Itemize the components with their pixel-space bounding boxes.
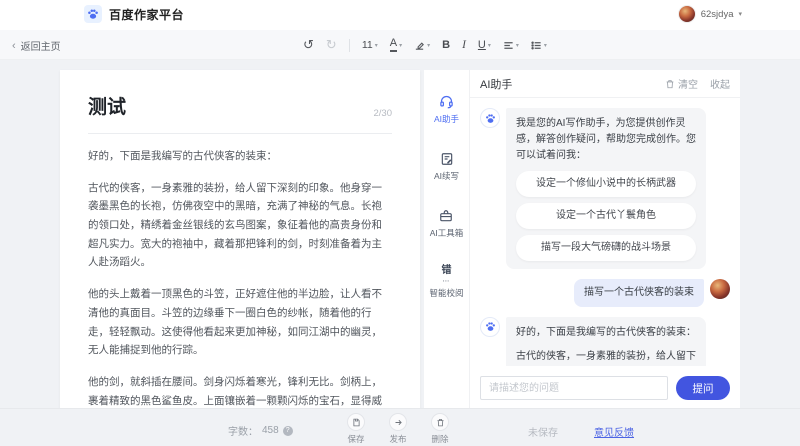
baidu-paw-icon [84, 5, 102, 23]
suggestion-list: 设定一个修仙小说中的长柄武器 设定一个古代丫鬟角色 描写一段大气磅礴的战斗场景 [516, 171, 696, 260]
brand: 百度作家平台 [84, 5, 184, 23]
clear-chat-button[interactable]: 清空 [665, 76, 698, 91]
headset-icon [439, 94, 454, 109]
title-divider [88, 133, 392, 134]
chevron-down-icon: ▾ [544, 42, 547, 49]
highlighter-icon [414, 40, 425, 51]
italic-button[interactable]: I [462, 39, 466, 51]
editor-toolbar: ‹ 返回主页 ↺ ↻ 11▾ A▾ ▾ B I U▾ ▾ ▾ [0, 30, 800, 60]
list-icon [531, 40, 542, 51]
ai-message-bubble: 好的，下面是我编写的古代侠客的装束： 古代的侠客，一身素雅的装扮，给人留下深刻的… [506, 317, 706, 366]
welcome-text: 我是您的AI写作助手，为您提供创作灵感，解答创作疑问，帮助您完成创作。您可以试着… [516, 118, 696, 161]
assistant-title: AI助手 [480, 76, 512, 92]
user-message: 描写一个古代侠客的装束 [480, 279, 730, 307]
list-button[interactable]: ▾ [531, 40, 547, 51]
chat-history: 我是您的AI写作助手，为您提供创作灵感，解答创作疑问，帮助您完成创作。您可以试着… [470, 98, 740, 366]
sidebar-item-ai-continue[interactable]: AI续写 [434, 152, 459, 182]
suggestion-pill[interactable]: 设定一个古代丫鬟角色 [516, 203, 696, 229]
bot-paw-icon [480, 108, 500, 128]
chevron-down-icon: ▾ [427, 42, 430, 49]
suggestion-pill[interactable]: 描写一段大气磅礴的战斗场景 [516, 235, 696, 261]
collapse-panel-button[interactable]: 收起 [710, 76, 730, 91]
assistant-header: AI助手 清空 收起 [470, 70, 740, 98]
toolbar-divider [349, 39, 350, 52]
reply-body: 古代的侠客，一身素雅的装扮，给人留下深刻的印象。他身穿一袭墨黑色的长袍，仿佛夜空… [516, 349, 696, 366]
main-area: 测试 2/30 好的，下面是我编写的古代侠客的装束： 古代的侠客，一身素雅的装扮… [0, 60, 800, 408]
top-bar: 百度作家平台 62sjdya ▾ [0, 0, 800, 30]
underline-button[interactable]: U▾ [478, 39, 491, 51]
bot-paw-icon [480, 317, 500, 337]
save-button[interactable]: 保存 [347, 413, 365, 445]
redo-button: ↻ [326, 37, 337, 53]
feedback-link[interactable]: 意见反馈 [594, 424, 634, 439]
font-color-button[interactable]: A▾ [390, 38, 402, 52]
align-button[interactable]: ▾ [503, 40, 519, 51]
chevron-down-icon: ▾ [375, 42, 378, 49]
sidebar-item-proofread[interactable]: 错 ⋯ 智能校阅 [429, 266, 463, 299]
back-home-link[interactable]: ‹ 返回主页 [12, 38, 61, 53]
user-menu[interactable]: 62sjdya ▾ [678, 5, 742, 23]
title-char-counter: 2/30 [374, 108, 393, 119]
sidebar-item-label: AI续写 [434, 170, 459, 182]
chevron-down-icon: ▾ [738, 10, 742, 18]
sidebar-item-ai-assistant[interactable]: AI助手 [434, 94, 459, 125]
chevron-left-icon: ‹ [12, 40, 16, 52]
info-icon[interactable]: ? [283, 426, 293, 436]
trash-icon [431, 413, 449, 431]
ai-tools-sidebar: AI助手 AI续写 AI工具箱 错 ⋯ 智能校阅 [424, 70, 470, 408]
user-avatar [678, 5, 696, 23]
doc-paragraph: 他的剑，就斜插在腰间。剑身闪烁着寒光，锋利无比。剑柄上，裹着精致的黑色鲨鱼皮。上… [88, 373, 392, 408]
word-count-value: 458 [262, 425, 279, 436]
formatting-group: ↺ ↻ 11▾ A▾ ▾ B I U▾ ▾ ▾ [303, 30, 547, 60]
chevron-down-icon: ▾ [516, 42, 519, 49]
chevron-down-icon: ▾ [399, 42, 402, 49]
ai-message: 我是您的AI写作助手，为您提供创作灵感，解答创作疑问，帮助您完成创作。您可以试着… [480, 108, 730, 269]
suggestion-pill[interactable]: 设定一个修仙小说中的长柄武器 [516, 171, 696, 197]
document-title-input[interactable]: 测试 [88, 92, 126, 119]
undo-button[interactable]: ↺ [303, 37, 314, 53]
reply-intro: 好的，下面是我编写的古代侠客的装束： [516, 325, 696, 341]
ask-button[interactable]: 提问 [676, 376, 730, 400]
align-icon [503, 40, 514, 51]
save-document-icon [347, 413, 365, 431]
sidebar-item-label: 智能校阅 [429, 287, 463, 299]
save-status: 未保存 [528, 424, 558, 439]
sidebar-item-label: AI工具箱 [430, 227, 464, 239]
proofread-icon: 错 [441, 266, 451, 276]
doc-paragraph: 古代的侠客，一身素雅的装扮，给人留下深刻的印象。他身穿一袭墨黑色的长袍，仿佛夜空… [88, 179, 392, 272]
ai-message: 好的，下面是我编写的古代侠客的装束： 古代的侠客，一身素雅的装扮，给人留下深刻的… [480, 317, 730, 366]
sidebar-item-label: AI助手 [434, 113, 459, 125]
user-avatar [710, 279, 730, 299]
chevron-down-icon: ▾ [488, 42, 491, 49]
doc-paragraph: 他的头上戴着一顶黑色的斗笠，正好遮住他的半边脸，让人看不清他的真面目。斗笠的边缘… [88, 285, 392, 360]
ai-assistant-panel: AI助手 清空 收起 [470, 70, 740, 408]
doc-paragraph: 好的，下面是我编写的古代侠客的装束： [88, 147, 392, 166]
question-input[interactable] [480, 376, 668, 400]
highlight-color-button[interactable]: ▾ [414, 40, 430, 51]
sidebar-item-ai-toolbox[interactable]: AI工具箱 [430, 209, 464, 239]
toolbox-icon [439, 209, 453, 223]
document-editor[interactable]: 测试 2/30 好的，下面是我编写的古代侠客的装束： 古代的侠客，一身素雅的装扮… [60, 70, 420, 408]
trash-icon [665, 79, 675, 89]
bold-button[interactable]: B [442, 39, 450, 51]
publish-arrow-icon [389, 413, 407, 431]
word-count: 字数：458 ? [228, 423, 293, 438]
brand-name: 百度作家平台 [109, 6, 184, 23]
user-message-bubble: 描写一个古代侠客的装束 [574, 279, 704, 307]
footer-bar: 字数：458 ? 保存 发布 删除 [0, 408, 800, 446]
document-body[interactable]: 好的，下面是我编写的古代侠客的装束： 古代的侠客，一身素雅的装扮，给人留下深刻的… [88, 147, 392, 408]
username: 62sjdya [701, 9, 734, 20]
publish-button[interactable]: 发布 [389, 413, 407, 445]
delete-button[interactable]: 删除 [431, 413, 449, 445]
font-size-select[interactable]: 11▾ [362, 39, 378, 51]
ai-message-bubble: 我是您的AI写作助手，为您提供创作灵感，解答创作疑问，帮助您完成创作。您可以试着… [506, 108, 706, 269]
document-pen-icon [440, 152, 454, 166]
footer-actions: 保存 发布 删除 [347, 413, 449, 445]
chat-input-row: 提问 [480, 376, 730, 400]
back-home-label: 返回主页 [21, 38, 61, 53]
